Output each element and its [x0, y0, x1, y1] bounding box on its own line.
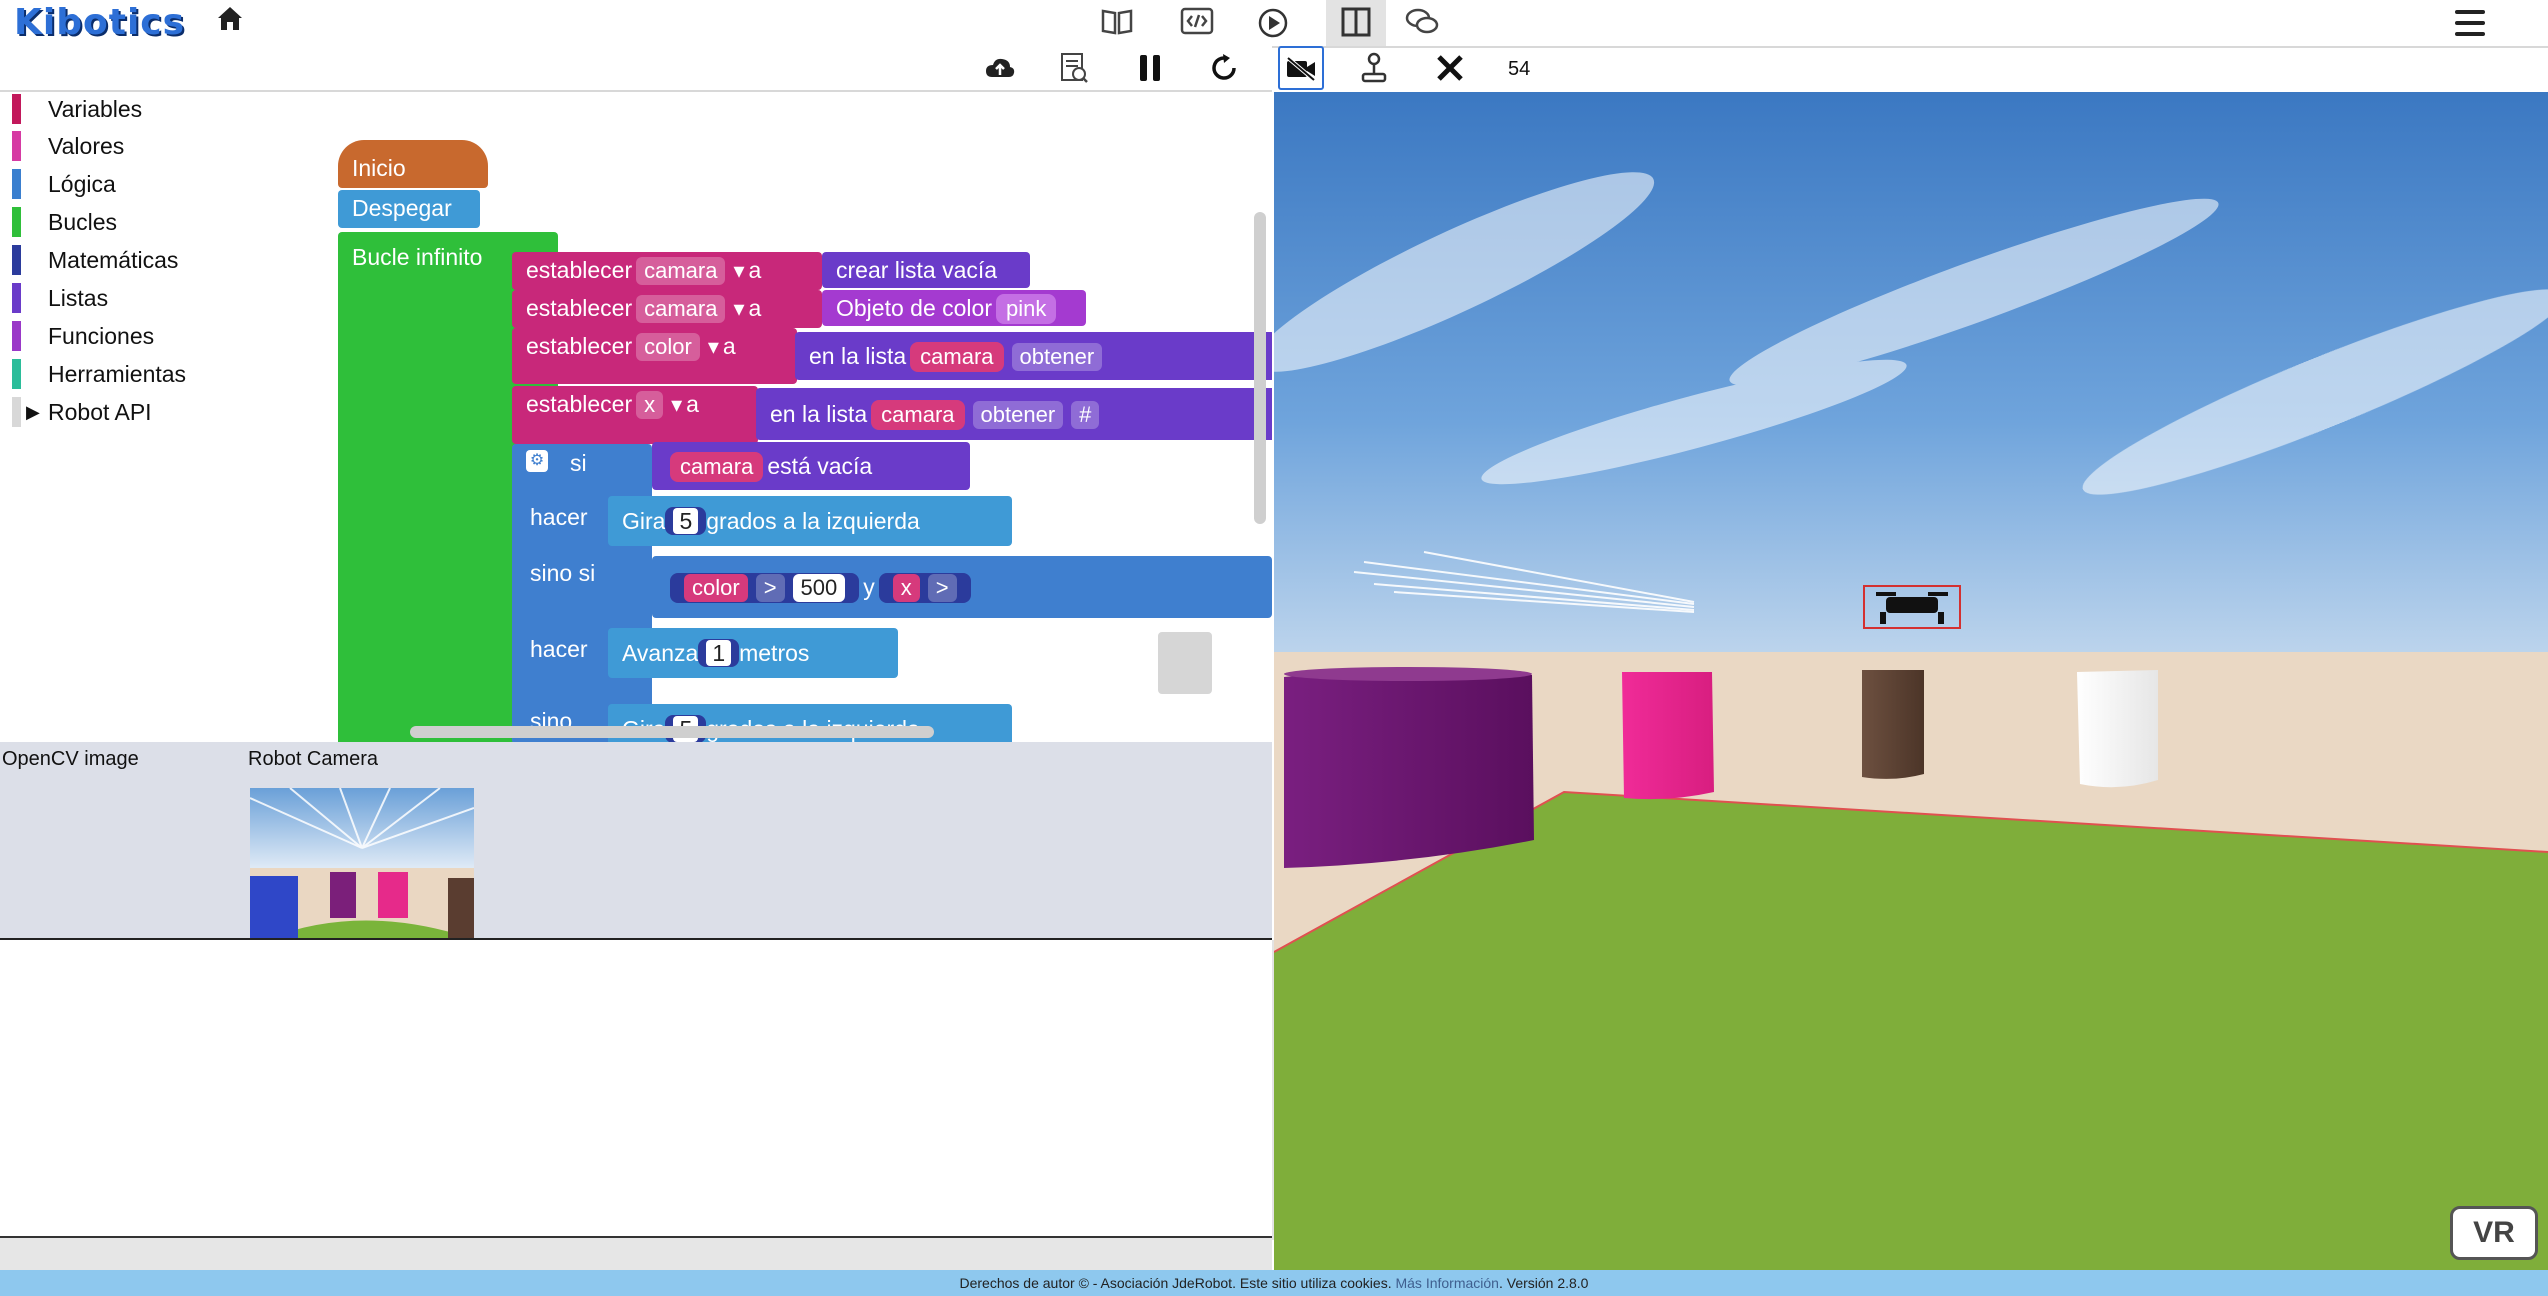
kibotics-logo[interactable]: Kibotics [14, 2, 185, 43]
category-funciones[interactable]: Funciones [12, 319, 154, 353]
footer: Derechos de autor © - Asociación JdeRobo… [0, 1270, 2548, 1296]
block-objeto-color[interactable]: Objeto de color pink [822, 290, 1086, 326]
upload-icon[interactable] [978, 46, 1022, 90]
close-icon[interactable] [1428, 46, 1472, 90]
dropdown-arrow-icon: ▾ [733, 258, 745, 283]
robot-camera-label: Robot Camera [248, 748, 379, 770]
top-navbar: Kibotics [0, 0, 2548, 48]
chat-icon[interactable] [1404, 6, 1444, 40]
book-icon[interactable] [1100, 6, 1138, 40]
menu-icon[interactable] [2454, 8, 2490, 40]
expand-arrow-icon: ▶ [26, 402, 40, 422]
category-bucles[interactable]: Bucles [12, 205, 117, 239]
editor-toolbar [0, 46, 1463, 92]
block-en-la-lista-2[interactable]: en la lista camara obtener # [756, 388, 1272, 440]
pause-icon[interactable] [1128, 46, 1172, 90]
joystick-icon[interactable] [1352, 46, 1396, 90]
block-set-x[interactable]: establecer x ▾ a [512, 386, 758, 444]
category-robot-api[interactable]: ▶ Robot API [12, 395, 152, 429]
block-set-camara-2[interactable]: establecer camara ▾ a [512, 290, 822, 328]
vr-button[interactable]: VR [2450, 1206, 2538, 1260]
category-matematicas[interactable]: Matemáticas [12, 243, 178, 277]
camera-off-icon[interactable] [1278, 46, 1324, 90]
scene-render [1274, 92, 2548, 1270]
reset-icon[interactable] [1202, 46, 1246, 90]
block-if[interactable]: ⚙ si hacer sino si hacer sino [512, 444, 652, 742]
block-avanza[interactable]: Avanza 1 metros [608, 628, 898, 678]
block-and-condition[interactable]: color >500 y x > [652, 556, 1272, 618]
camera-panel: OpenCV image Robot Camera [0, 742, 1272, 940]
play-icon[interactable] [1256, 6, 1294, 40]
report-icon[interactable] [1052, 46, 1096, 90]
code-icon[interactable] [1180, 6, 1218, 40]
layout-icon[interactable] [1326, 0, 1386, 46]
home-icon[interactable] [208, 2, 252, 45]
console-input-bar[interactable] [0, 1236, 1272, 1272]
block-esta-vacia[interactable]: camara está vacía [652, 442, 970, 490]
block-inicio[interactable]: Inicio [338, 140, 488, 188]
opencv-image-label: OpenCV image [2, 748, 139, 770]
category-variables[interactable]: Variables [12, 92, 142, 126]
block-en-la-lista[interactable]: en la lista camara obtener [795, 332, 1272, 380]
more-info-link[interactable]: Más Información [1395, 1275, 1498, 1291]
horizontal-scrollbar[interactable] [410, 726, 934, 738]
block-despegar[interactable]: Despegar [338, 190, 480, 228]
blockly-workspace[interactable]: Variables Valores Lógica Bucles Matemáti… [0, 92, 1272, 742]
block-crear-lista[interactable]: crear lista vacía [822, 252, 1030, 288]
gear-icon[interactable]: ⚙ [526, 450, 548, 472]
category-logica[interactable]: Lógica [12, 167, 116, 201]
robot-camera-image [250, 788, 474, 938]
category-herramientas[interactable]: Herramientas [12, 357, 186, 391]
blockly-toolbox: Variables Valores Lógica Bucles Matemáti… [0, 92, 210, 742]
simulator-3d-view[interactable]: VR [1274, 92, 2548, 1270]
block-gira[interactable]: Gira 5 grados a la izquierda [608, 496, 1012, 546]
vertical-scrollbar[interactable] [1254, 212, 1266, 524]
console-output[interactable] [0, 940, 1274, 1240]
category-listas[interactable]: Listas [12, 281, 108, 315]
trash-icon[interactable] [1158, 632, 1212, 694]
category-valores[interactable]: Valores [12, 129, 124, 163]
block-set-color[interactable]: establecer color ▾ a [512, 328, 797, 384]
frame-counter: 54 [1508, 58, 1531, 80]
block-set-camara[interactable]: establecer camara ▾ a [512, 252, 822, 290]
